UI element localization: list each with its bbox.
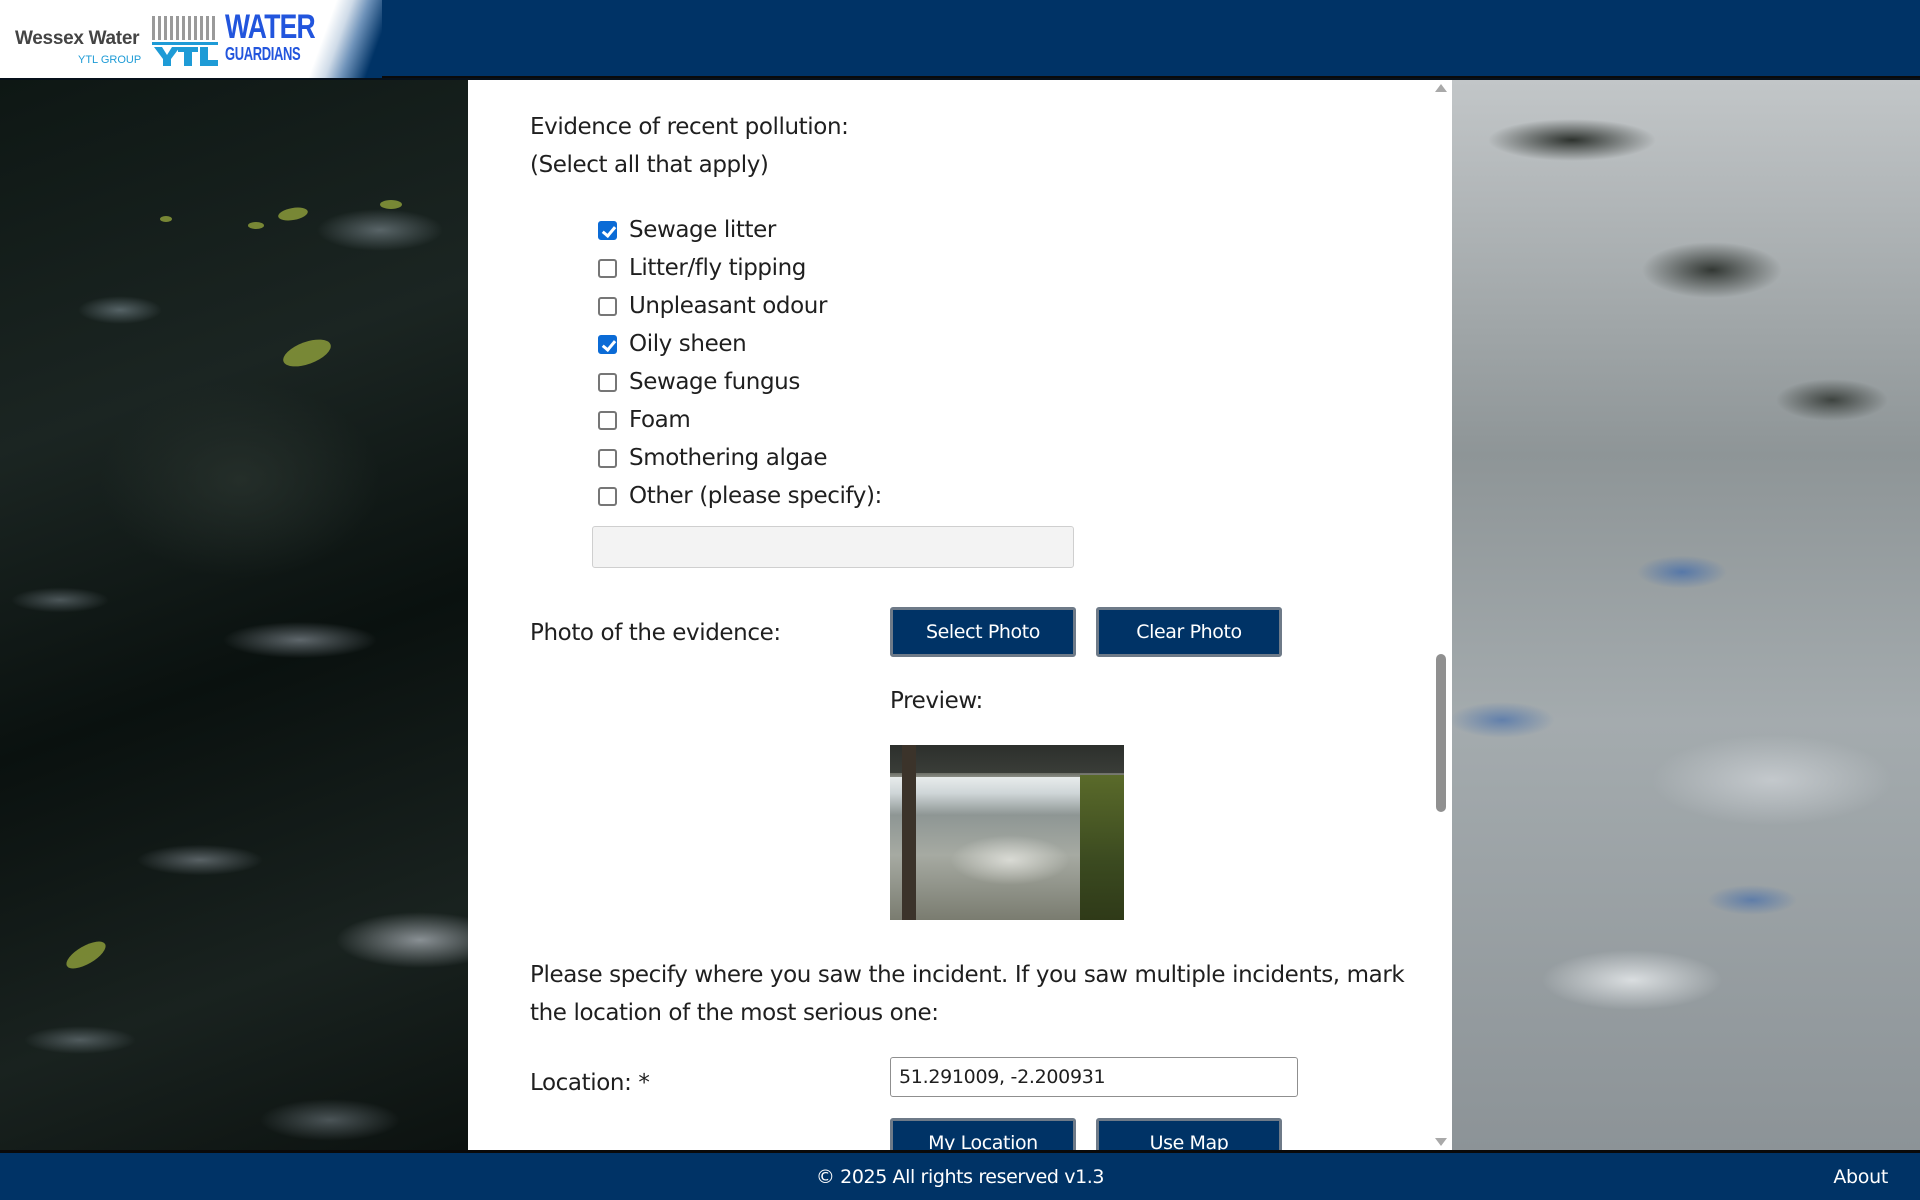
checkbox-foam[interactable] <box>598 410 617 430</box>
background-photo-right <box>1452 80 1920 1150</box>
option-sewage-fungus[interactable]: Sewage fungus <box>598 367 800 397</box>
option-unpleasant-odour[interactable]: Unpleasant odour <box>598 291 827 321</box>
location-label: Location: * <box>530 1070 650 1096</box>
location-instructions-line2: the location of the most serious one: <box>530 1000 939 1026</box>
copyright-text: © 2025 All rights reserved v1.3 <box>815 1166 1105 1188</box>
option-oily-sheen[interactable]: Oily sheen <box>598 329 747 359</box>
option-foam[interactable]: Foam <box>598 405 691 435</box>
pollution-subheading: (Select all that apply) <box>530 152 769 178</box>
panel-scrollbar[interactable] <box>1430 80 1452 1150</box>
location-instructions-line1: Please specify where you saw the inciden… <box>530 962 1405 988</box>
photo-label: Photo of the evidence: <box>530 620 781 646</box>
option-label: Oily sheen <box>629 331 747 357</box>
checkbox-oily-sheen[interactable] <box>598 334 617 354</box>
brand-name: Wessex Water <box>15 28 140 49</box>
background-photo-left <box>0 80 468 1150</box>
checkbox-sewage-litter[interactable] <box>598 220 617 240</box>
option-label: Smothering algae <box>629 445 828 471</box>
preview-label: Preview: <box>890 688 983 714</box>
option-other[interactable]: Other (please specify): <box>598 481 882 511</box>
option-label: Unpleasant odour <box>629 293 828 319</box>
app-header: Wessex Water YTL GROUP WATER GUARDIANS <box>0 0 1920 78</box>
scrollbar-thumb[interactable] <box>1436 654 1446 812</box>
option-smothering-algae[interactable]: Smothering algae <box>598 443 827 473</box>
logo-line-2: GUARDIANS <box>225 44 301 64</box>
option-label: Sewage litter <box>629 217 776 243</box>
checkbox-smothering-algae[interactable] <box>598 448 617 468</box>
option-litter-fly-tipping[interactable]: Litter/fly tipping <box>598 253 806 283</box>
scroll-down-arrow-icon[interactable] <box>1435 1138 1447 1146</box>
checkbox-sewage-fungus[interactable] <box>598 372 617 392</box>
brand-group: YTL GROUP <box>78 54 142 66</box>
other-specify-input[interactable] <box>592 526 1074 568</box>
location-input[interactable]: 51.291009, -2.200931 <box>890 1057 1298 1097</box>
pollution-heading: Evidence of recent pollution: <box>530 114 849 140</box>
checkbox-other[interactable] <box>598 486 617 506</box>
logo-area: Wessex Water YTL GROUP WATER GUARDIANS <box>0 0 382 78</box>
option-label: Other (please specify): <box>629 483 882 509</box>
option-sewage-litter[interactable]: Sewage litter <box>598 215 776 245</box>
app-footer: © 2025 All rights reserved v1.3 About <box>0 1150 1920 1200</box>
about-link[interactable]: About <box>1833 1166 1888 1188</box>
clear-photo-button[interactable]: Clear Photo <box>1096 607 1282 657</box>
select-photo-button[interactable]: Select Photo <box>890 607 1076 657</box>
option-label: Litter/fly tipping <box>629 255 806 281</box>
checkbox-unpleasant-odour[interactable] <box>598 296 617 316</box>
ytl-logo-icon <box>152 16 218 66</box>
option-label: Foam <box>629 407 691 433</box>
logo-line-1: WATER <box>225 8 316 46</box>
option-label: Sewage fungus <box>629 369 800 395</box>
scroll-up-arrow-icon[interactable] <box>1435 84 1447 92</box>
photo-preview-image <box>890 745 1124 920</box>
water-guardians-logo: WATER GUARDIANS <box>225 10 340 63</box>
checkbox-litter-fly-tipping[interactable] <box>598 258 617 278</box>
